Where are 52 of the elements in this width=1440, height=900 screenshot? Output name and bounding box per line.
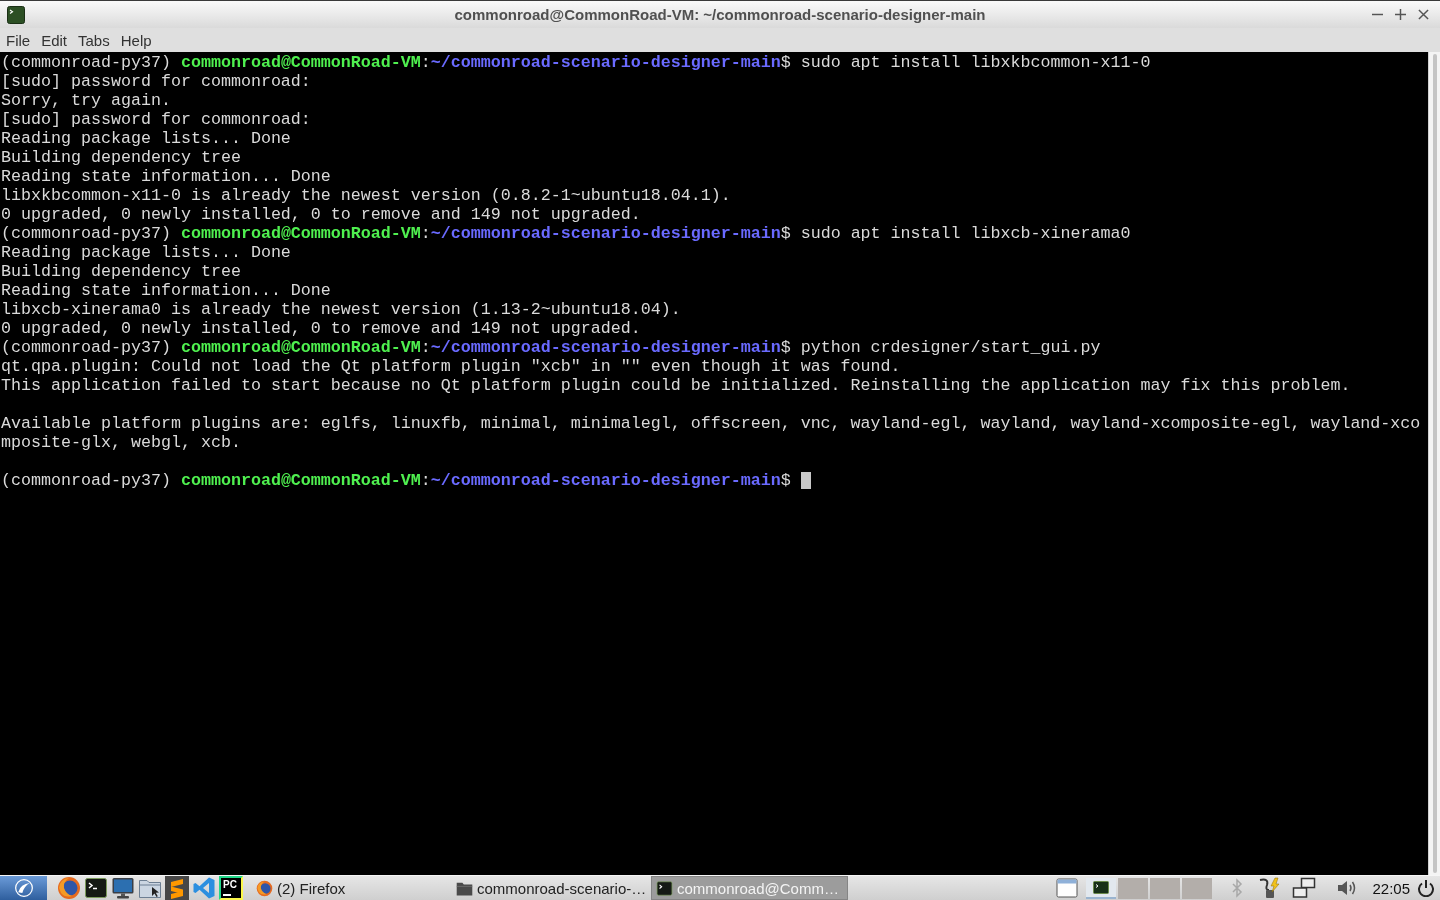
output-line: Reading package lists... Done: [1, 129, 291, 148]
window-icon[interactable]: [1056, 878, 1079, 898]
scrollbar[interactable]: [1428, 52, 1440, 875]
clock-text[interactable]: 22:05: [1372, 879, 1410, 897]
monitor-icon[interactable]: [111, 876, 135, 900]
output-line: mposite-glx, webgl, xcb.: [1, 433, 241, 452]
stripes-icon[interactable]: [165, 876, 189, 900]
overlapping-squares-icon[interactable]: [1292, 877, 1317, 899]
task-button[interactable]: commonroad-scenario-…: [451, 876, 648, 900]
output-line: Reading package lists... Done: [1, 243, 291, 262]
output-line: Available platform plugins are: eglfs, linuxfb, minimal, minimalegl, offscreen, vnc, wayland-egl, wayland, wayland-xcomposite-egl, wayland-xco: [1, 414, 1421, 433]
start-button[interactable]: [0, 876, 47, 900]
menu-item[interactable]: Tabs: [73, 31, 115, 49]
globe-icon[interactable]: [57, 876, 81, 900]
menu-item[interactable]: Help: [115, 31, 157, 49]
output-line: qt.qpa.plugin: Could not load the Qt platform plugin "xcb" in "" even though it was found.: [1, 357, 901, 376]
maximize-icon[interactable]: [1395, 9, 1406, 20]
terminal-icon: [1093, 880, 1110, 894]
output-line: 0 upgraded, 0 newly installed, 0 to remove and 149 not upgraded.: [1, 319, 641, 338]
close-icon[interactable]: [1418, 9, 1429, 20]
prompt-line: (commonroad-py37) commonroad@CommonRoad-VM:~/commonroad-scenario-designer-main$ sudo apt install libxcb-xinerama0: [1, 224, 1131, 243]
prompt-line: (commonroad-py37) commonroad@CommonRoad-VM:~/commonroad-scenario-designer-main$: [1, 471, 791, 490]
power-icon[interactable]: [1417, 879, 1435, 897]
menu-item[interactable]: File: [1, 31, 36, 49]
output-line: [sudo] password for commonroad:: [1, 110, 311, 129]
launcher-tile[interactable]: PC: [219, 876, 243, 900]
output-line: [sudo] password for commonroad:: [1, 72, 311, 91]
output-line: libxkbcommon-x11-0 is already the newest version (0.8.2-1~ubuntu18.04.1).: [1, 186, 731, 205]
ribbon-icon[interactable]: [192, 876, 216, 900]
output-line: Reading state information... Done: [1, 281, 331, 300]
window-title: commonroad@CommonRoad-VM: ~/commonroad-scenario-designer-main: [454, 6, 986, 23]
task-button[interactable]: (2) Firefox: [251, 876, 448, 900]
plug-icon[interactable]: [1257, 877, 1282, 899]
output-line: Building dependency tree: [1, 148, 241, 167]
output-line: Reading state information... Done: [1, 167, 331, 186]
output-line: This application failed to start because no Qt platform plugin could be initialized. Reinstalling the application may fix this problem.: [1, 376, 1351, 395]
globe-icon: [256, 879, 273, 897]
desktop-cell[interactable]: [1086, 877, 1117, 899]
terminal-icon: [656, 879, 673, 897]
desktop-cell[interactable]: [1150, 877, 1181, 899]
desktop-cell[interactable]: [1118, 877, 1149, 899]
swirl-icon: [13, 878, 34, 898]
terminal-icon[interactable]: [84, 876, 108, 900]
prompt-line: (commonroad-py37) commonroad@CommonRoad-VM:~/commonroad-scenario-designer-main$ python crdesigner/start_gui.py: [1, 338, 1101, 357]
terminal-icon: [7, 5, 25, 24]
menu-item[interactable]: Edit: [36, 31, 73, 49]
output-line: Building dependency tree: [1, 262, 241, 281]
output-line: Sorry, try again.: [1, 91, 171, 110]
prompt-line: (commonroad-py37) commonroad@CommonRoad-VM:~/commonroad-scenario-designer-main$ sudo apt install libxkbcommon-x11-0: [1, 53, 1151, 72]
desktop-cell[interactable]: [1182, 877, 1213, 899]
output-line: libxcb-xinerama0 is already the newest version (1.13-2~ubuntu18.04).: [1, 300, 681, 319]
output-line: 0 upgraded, 0 newly installed, 0 to remove and 149 not upgraded.: [1, 205, 641, 224]
